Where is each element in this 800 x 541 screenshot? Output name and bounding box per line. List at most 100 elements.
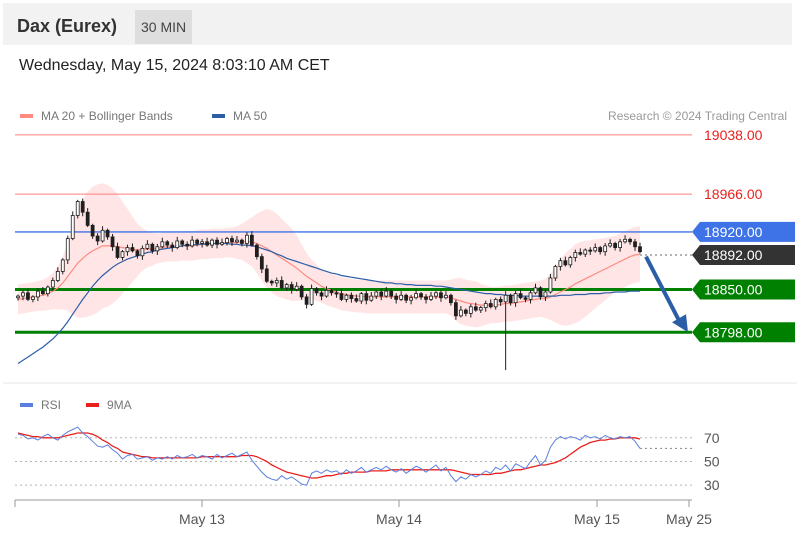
candle-body bbox=[175, 240, 180, 248]
candle-body bbox=[513, 293, 518, 304]
candle-body bbox=[230, 238, 234, 243]
candle-body bbox=[354, 298, 359, 302]
candle-body bbox=[483, 303, 488, 309]
candle-body bbox=[190, 239, 195, 247]
x-tick-label-0: May 13 bbox=[179, 511, 225, 527]
candle-body bbox=[523, 297, 528, 300]
rsi-layer: 30 50 70 bbox=[15, 426, 720, 493]
candle-body bbox=[319, 292, 324, 297]
x-tick-label-3: May 25 bbox=[666, 511, 712, 527]
candle-body bbox=[608, 243, 613, 247]
candle-body bbox=[26, 292, 30, 300]
candle-body bbox=[31, 296, 35, 300]
candle-body bbox=[454, 302, 458, 317]
chart-window: Dax (Eurex) 30 MIN Wednesday, May 15, 20… bbox=[0, 0, 800, 541]
candle-body bbox=[105, 229, 110, 238]
candle-body bbox=[235, 239, 239, 243]
candle-body bbox=[568, 257, 573, 266]
bollinger-band-layer bbox=[18, 183, 640, 328]
candle-body bbox=[289, 284, 294, 290]
candle-body bbox=[36, 290, 40, 298]
candle-body bbox=[65, 238, 70, 261]
candle-body bbox=[558, 260, 563, 267]
candle-body bbox=[200, 241, 204, 244]
candle-body bbox=[185, 243, 190, 247]
candle-body bbox=[40, 290, 45, 295]
bollinger-band bbox=[18, 183, 640, 328]
candle-body bbox=[55, 271, 60, 281]
candle-body bbox=[414, 293, 418, 299]
candle-body bbox=[45, 286, 50, 295]
candle-body bbox=[180, 240, 185, 245]
candle-body bbox=[424, 296, 428, 300]
candle-body bbox=[508, 294, 513, 304]
candle-body bbox=[588, 249, 593, 252]
candle-body bbox=[249, 234, 254, 246]
candle-body bbox=[429, 295, 433, 300]
candle-body bbox=[339, 293, 344, 300]
candle-body bbox=[125, 247, 130, 253]
candle-body bbox=[135, 250, 140, 257]
candle-body bbox=[254, 244, 259, 258]
candle-body bbox=[548, 277, 553, 293]
candle-body bbox=[160, 241, 165, 248]
candle-body bbox=[21, 292, 25, 297]
candle-body bbox=[458, 309, 463, 317]
candle-body bbox=[220, 242, 224, 245]
candle-body bbox=[533, 287, 538, 294]
candle-body bbox=[130, 247, 135, 252]
candle-body bbox=[478, 307, 483, 311]
candle-body bbox=[85, 211, 90, 226]
candle-body bbox=[240, 239, 244, 244]
candle-body bbox=[528, 292, 533, 300]
candle-body bbox=[215, 239, 219, 245]
candle-body bbox=[573, 252, 578, 258]
candle-body bbox=[444, 294, 448, 299]
candle-body bbox=[120, 251, 125, 258]
rsi-tick-30: 30 bbox=[704, 477, 720, 493]
candle-body bbox=[329, 289, 334, 294]
candle-body bbox=[583, 249, 588, 255]
candle-body bbox=[374, 291, 379, 297]
support-label-5: 18798.00 bbox=[704, 324, 763, 340]
candle-body bbox=[503, 294, 508, 303]
candle-body bbox=[324, 289, 329, 297]
candle-body bbox=[553, 266, 558, 279]
candle-body bbox=[409, 297, 413, 301]
candle-body bbox=[399, 294, 404, 300]
candle-body bbox=[538, 287, 543, 298]
candle-body bbox=[75, 201, 80, 216]
candle-body bbox=[145, 243, 150, 249]
candle-body bbox=[245, 234, 249, 244]
rsi-tick-70: 70 bbox=[704, 430, 720, 446]
rsi-line bbox=[17, 426, 641, 486]
candle-body bbox=[463, 309, 468, 314]
candle-body bbox=[404, 294, 409, 301]
candle-body bbox=[384, 290, 389, 297]
x-axis-ticks: May 13 May 14 May 15 May 25 bbox=[179, 500, 712, 527]
candle-body bbox=[488, 303, 493, 308]
candle-body bbox=[294, 285, 299, 290]
candle-body bbox=[618, 241, 622, 248]
level-labels-layer: 19038.00 18966.00 18920.00 18892.00 18850.00… bbox=[692, 127, 795, 343]
current-price-label: 18892.00 bbox=[704, 247, 763, 263]
forecast-arrow-head bbox=[672, 314, 688, 333]
rsi-tick-50: 50 bbox=[704, 453, 720, 469]
candle-body bbox=[628, 238, 632, 243]
support-label-4: 18850.00 bbox=[704, 282, 763, 298]
candle-body bbox=[195, 239, 200, 244]
candle-body bbox=[225, 238, 229, 244]
candle-body bbox=[314, 288, 319, 294]
candle-body bbox=[633, 241, 637, 248]
candle-body bbox=[60, 259, 65, 272]
candle-body bbox=[16, 295, 20, 299]
candle-body bbox=[309, 288, 314, 305]
candle-body bbox=[543, 291, 548, 298]
candle-body bbox=[379, 291, 384, 297]
candle-body bbox=[259, 256, 264, 270]
candle-body bbox=[613, 243, 618, 248]
candle-body bbox=[598, 247, 603, 253]
candle-body bbox=[80, 201, 85, 213]
candle-body bbox=[264, 268, 269, 282]
candle-body bbox=[90, 224, 95, 237]
